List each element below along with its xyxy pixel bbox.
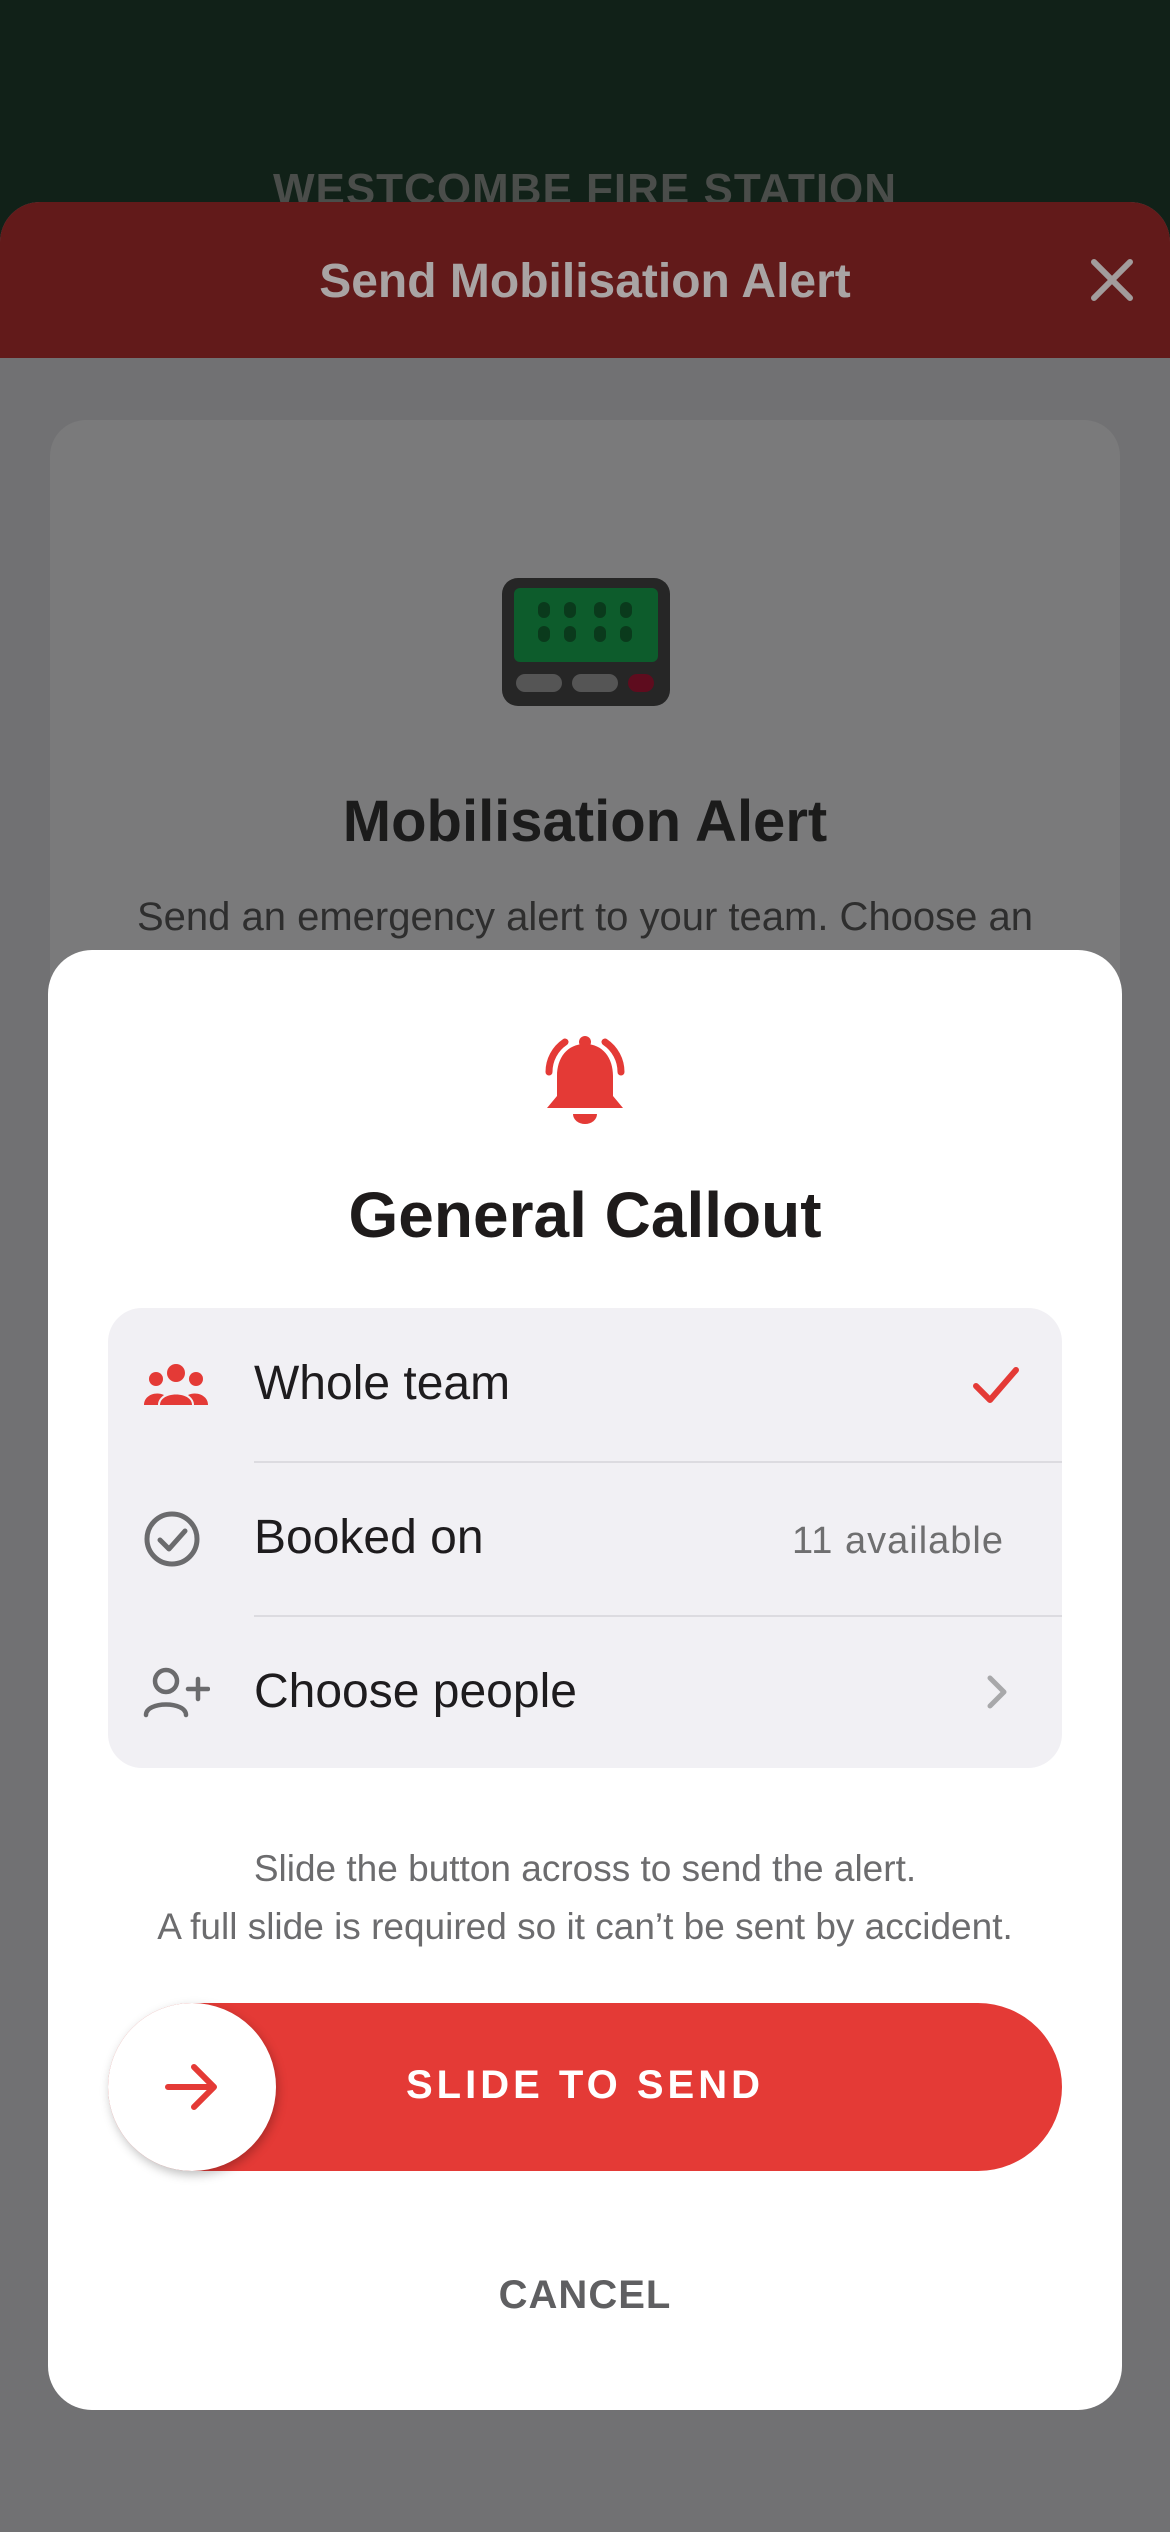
slide-to-send-track[interactable]: SLIDE TO SEND (108, 2003, 1062, 2171)
option-label: Choose people (254, 1665, 577, 1718)
pager-icon (502, 578, 670, 711)
checkmark-icon (970, 1358, 1022, 1415)
option-label: Whole team (254, 1357, 511, 1410)
group-icon (142, 1357, 210, 1413)
bell-ringing-icon (535, 1030, 635, 1135)
option-booked-on[interactable]: Booked on 11 available (108, 1462, 1062, 1616)
info-title: Mobilisation Alert (342, 789, 828, 854)
option-choose-people[interactable]: Choose people (108, 1616, 1062, 1768)
sheet-header: Send Mobilisation Alert (0, 202, 1170, 358)
hint-line-2: A full slide is required so it can’t be … (157, 1906, 1013, 1947)
arrow-right-icon (165, 2064, 217, 2110)
general-callout-modal: General Callout Whole team Booked on 11 … (48, 950, 1122, 2410)
option-whole-team[interactable]: Whole team (108, 1308, 1062, 1462)
available-count: 11 available (791, 1520, 1004, 1562)
close-icon[interactable] (1084, 252, 1140, 308)
chevron-right-icon (982, 1672, 1010, 1717)
person-add-icon (142, 1665, 211, 1721)
hint-line-1: Slide the button across to send the aler… (253, 1848, 917, 1889)
modal-title: General Callout (348, 1179, 822, 1251)
recipient-options: Whole team Booked on 11 available Choose… (108, 1308, 1062, 1768)
sheet-title: Send Mobilisation Alert (319, 255, 851, 308)
check-circle-icon (142, 1511, 210, 1567)
slide-hint: Slide the button across to send the aler… (48, 1840, 1122, 1956)
cancel-button[interactable]: CANCEL (435, 2255, 735, 2335)
slide-handle[interactable] (108, 2003, 276, 2171)
option-label: Booked on (254, 1511, 484, 1564)
